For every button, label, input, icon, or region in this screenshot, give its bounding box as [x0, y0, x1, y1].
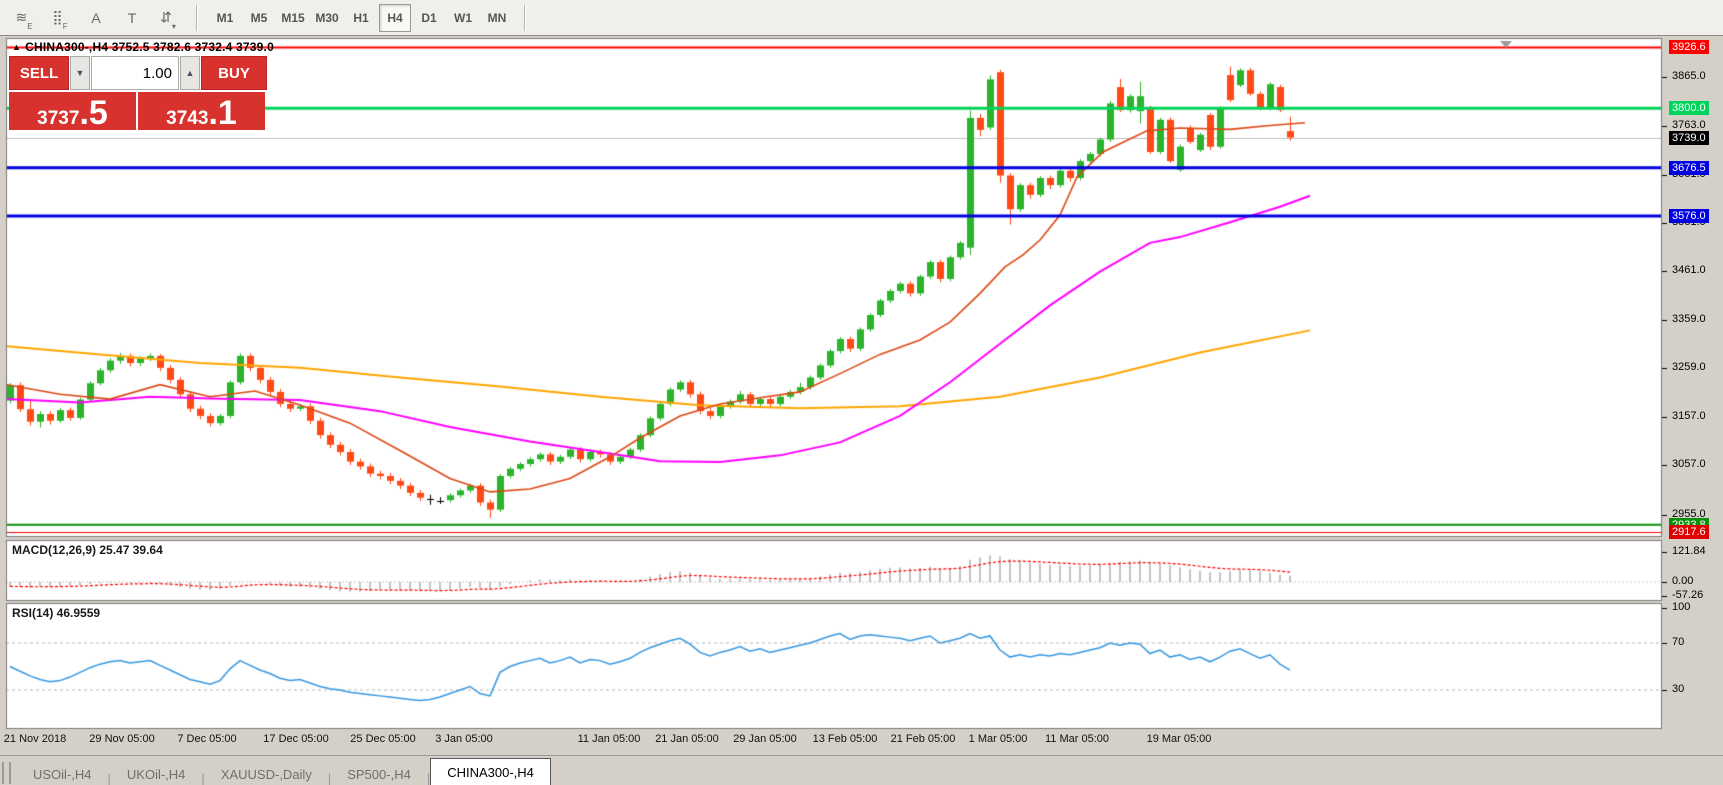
volume-input[interactable]: [92, 64, 178, 83]
timeframe-button-d1[interactable]: D1: [413, 4, 445, 32]
indicators-icon[interactable]: ≋E: [9, 5, 39, 31]
chart-title: ▲ CHINA300-,H4 3752.5 3782.6 3732.4 3739.…: [12, 40, 274, 54]
toolbar: ≋E⣿FAT⇵▾ M1M5M15M30H1H4D1W1MN: [0, 0, 1723, 36]
date-tick-label: 1 Mar 05:00: [969, 733, 1028, 745]
timeframe-button-m15[interactable]: M15: [277, 4, 309, 32]
tabbar-grip[interactable]: [2, 762, 11, 784]
buy-button[interactable]: BUY: [201, 56, 267, 90]
tabs-holder: USOil-,H4|UKOil-,H4|XAUUSD-,Daily|SP500-…: [17, 758, 551, 785]
tab-xauusd-daily[interactable]: XAUUSD-,Daily: [205, 762, 328, 785]
price-tick-label: 3359.0: [1672, 313, 1706, 325]
buy-price[interactable]: 3743 .1: [138, 92, 265, 130]
sell-price-main: 3737: [37, 109, 79, 128]
chart-title-text: CHINA300-,H4 3752.5 3782.6 3732.4 3739.0: [25, 40, 274, 54]
macd-label: MACD(12,26,9) 25.47 39.64: [12, 543, 163, 557]
price-tick-label: 3865.0: [1672, 70, 1706, 82]
rsi-tick-label: 70: [1672, 636, 1684, 648]
volume-increase-button[interactable]: ▲: [180, 56, 200, 90]
rsi-tick-label: 100: [1672, 601, 1690, 613]
price-level-badge: 3926.6: [1669, 40, 1709, 54]
macd-tick-label: 121.84: [1672, 545, 1706, 557]
toolbar-separator: [196, 5, 198, 31]
date-tick-label: 21 Nov 2018: [4, 733, 66, 745]
tab-usoil-h4[interactable]: USOil-,H4: [17, 762, 108, 785]
price-level-badge: 2917.6: [1669, 525, 1709, 539]
timeframe-button-m30[interactable]: M30: [311, 4, 343, 32]
toolbar-separator: [524, 5, 526, 31]
price-level-badge: 3576.0: [1669, 209, 1709, 223]
price-tick-label: 3157.0: [1672, 410, 1706, 422]
date-tick-label: 13 Feb 05:00: [813, 733, 878, 745]
price-tick-label: 3259.0: [1672, 361, 1706, 373]
timeframe-button-h1[interactable]: H1: [345, 4, 377, 32]
grid-template-icon[interactable]: ⣿F: [45, 5, 75, 31]
date-tick-label: 25 Dec 05:00: [350, 733, 415, 745]
sell-price[interactable]: 3737 .5: [9, 92, 136, 130]
buy-price-big-digit: .1: [208, 100, 236, 128]
price-tick-label: 3763.0: [1672, 119, 1706, 131]
tab-china300-h4[interactable]: CHINA300-,H4: [430, 758, 551, 785]
price-tick-label: 3057.0: [1672, 458, 1706, 470]
buy-price-main: 3743: [166, 109, 208, 128]
timeframe-button-mn[interactable]: MN: [481, 4, 513, 32]
macd-tick-label: -57.26: [1672, 589, 1703, 601]
sell-button[interactable]: SELL: [9, 56, 69, 90]
date-tick-label: 21 Feb 05:00: [891, 733, 956, 745]
date-tick-label: 19 Mar 05:00: [1147, 733, 1212, 745]
text-box-icon[interactable]: T: [117, 5, 147, 31]
timeframe-button-m5[interactable]: M5: [243, 4, 275, 32]
timeframe-button-m1[interactable]: M1: [209, 4, 241, 32]
tab-ukoil-h4[interactable]: UKOil-,H4: [111, 762, 202, 785]
tab-sp500-h4[interactable]: SP500-,H4: [331, 762, 427, 785]
cursor-arrows-icon[interactable]: ⇵▾: [153, 5, 183, 31]
volume-decrease-button[interactable]: ▼: [70, 56, 90, 90]
text-label-icon[interactable]: A: [81, 5, 111, 31]
chart-tab-bar: USOil-,H4|UKOil-,H4|XAUUSD-,Daily|SP500-…: [0, 755, 1723, 785]
date-tick-label: 11 Jan 05:00: [578, 733, 641, 745]
one-click-trade-panel: SELL ▼ ▲ BUY 3737 .5 3743 .1: [9, 56, 265, 130]
date-tick-label: 3 Jan 05:00: [435, 733, 493, 745]
macd-tick-label: 0.00: [1672, 575, 1693, 587]
rsi-label: RSI(14) 46.9559: [12, 606, 100, 620]
rsi-tick-label: 30: [1672, 683, 1684, 695]
toolbar-icon-group: ≋E⣿FAT⇵▾: [0, 0, 192, 35]
price-level-badge: 3739.0: [1669, 131, 1709, 145]
date-tick-label: 29 Jan 05:00: [733, 733, 797, 745]
price-tick-label: 3461.0: [1672, 264, 1706, 276]
sell-price-big-digit: .5: [79, 100, 107, 128]
date-tick-label: 17 Dec 05:00: [263, 733, 328, 745]
timeframe-group: M1M5M15M30H1H4D1W1MN: [202, 0, 520, 35]
title-arrow-icon: ▲: [12, 42, 21, 52]
date-tick-label: 7 Dec 05:00: [177, 733, 236, 745]
date-tick-label: 29 Nov 05:00: [89, 733, 154, 745]
date-tick-label: 11 Mar 05:00: [1045, 733, 1109, 745]
timeframe-button-h4[interactable]: H4: [379, 4, 411, 32]
trading-platform-window: ≋E⣿FAT⇵▾ M1M5M15M30H1H4D1W1MN ▲ CHINA300-…: [0, 0, 1723, 785]
date-tick-label: 21 Jan 05:00: [655, 733, 719, 745]
timeframe-button-w1[interactable]: W1: [447, 4, 479, 32]
price-level-badge: 3800.0: [1669, 101, 1709, 115]
price-level-badge: 3676.5: [1669, 161, 1709, 175]
